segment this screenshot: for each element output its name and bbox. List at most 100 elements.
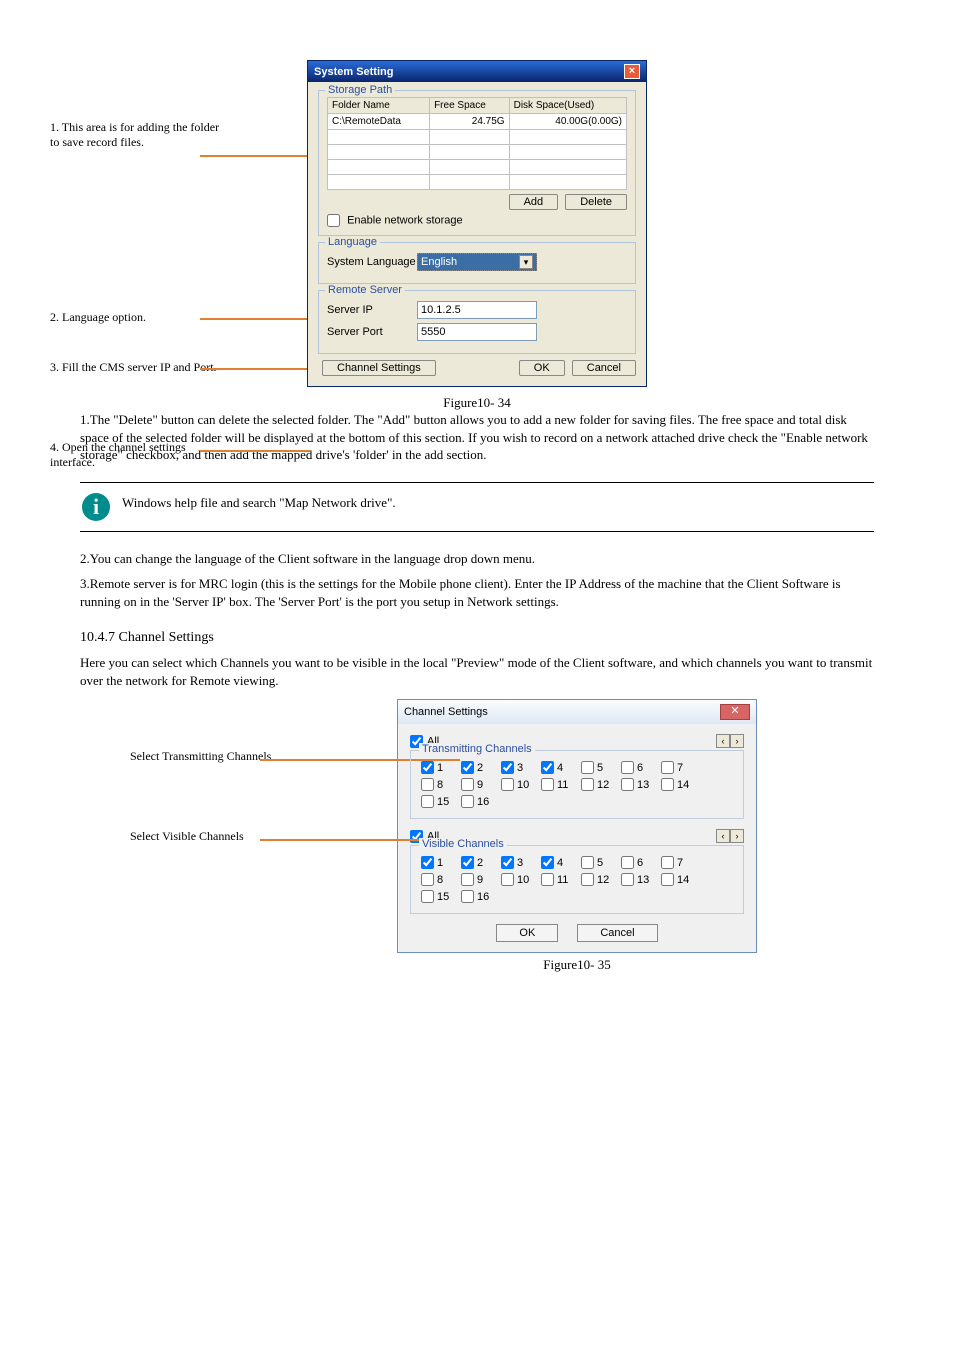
- channel-1-checkbox[interactable]: [421, 761, 434, 774]
- channel-checkbox-1[interactable]: 1: [421, 856, 461, 869]
- channel-5-checkbox[interactable]: [581, 856, 594, 869]
- channel-16-checkbox[interactable]: [461, 795, 474, 808]
- channel-checkbox-8[interactable]: 8: [421, 778, 461, 791]
- channel-checkbox-10[interactable]: 10: [501, 778, 541, 791]
- transmitting-pager[interactable]: ‹›: [716, 734, 744, 748]
- channel-12-checkbox[interactable]: [581, 873, 594, 886]
- channel-6-checkbox[interactable]: [621, 856, 634, 869]
- channel-checkbox-14[interactable]: 14: [661, 873, 701, 886]
- channel-cancel-button[interactable]: Cancel: [577, 924, 657, 942]
- channel-checkbox-15[interactable]: 15: [421, 890, 461, 903]
- channel-6-checkbox[interactable]: [621, 761, 634, 774]
- table-row[interactable]: [328, 175, 627, 190]
- channel-7-checkbox[interactable]: [661, 761, 674, 774]
- channel-16-checkbox[interactable]: [461, 890, 474, 903]
- channel-checkbox-11[interactable]: 11: [541, 873, 581, 886]
- enable-network-storage-checkbox[interactable]: [327, 214, 340, 227]
- channel-checkbox-2[interactable]: 2: [461, 856, 501, 869]
- channel-3-checkbox[interactable]: [501, 856, 514, 869]
- channel-checkbox-5[interactable]: 5: [581, 761, 621, 774]
- channel-5-checkbox[interactable]: [581, 761, 594, 774]
- channel-checkbox-16[interactable]: 16: [461, 890, 501, 903]
- channel-checkbox-9[interactable]: 9: [461, 873, 501, 886]
- chevron-down-icon[interactable]: ▾: [519, 255, 533, 269]
- channel-checkbox-15[interactable]: 15: [421, 795, 461, 808]
- channel-ok-button[interactable]: OK: [496, 924, 558, 942]
- close-icon[interactable]: ×: [624, 64, 640, 79]
- channel-checkbox-13[interactable]: 13: [621, 778, 661, 791]
- chevron-right-icon[interactable]: ›: [730, 734, 744, 748]
- channel-checkbox-16[interactable]: 16: [461, 795, 501, 808]
- table-row[interactable]: [328, 130, 627, 145]
- channel-checkbox-8[interactable]: 8: [421, 873, 461, 886]
- channel-14-checkbox[interactable]: [661, 778, 674, 791]
- channel-checkbox-3[interactable]: 3: [501, 856, 541, 869]
- close-icon[interactable]: ✕: [720, 704, 750, 720]
- channel-2-checkbox[interactable]: [461, 761, 474, 774]
- figure-1-caption: Figure10- 34: [80, 395, 874, 411]
- channel-checkbox-3[interactable]: 3: [501, 761, 541, 774]
- channel-9-checkbox[interactable]: [461, 778, 474, 791]
- channel-11-checkbox[interactable]: [541, 873, 554, 886]
- channel-4-checkbox[interactable]: [541, 856, 554, 869]
- channel-10-checkbox[interactable]: [501, 778, 514, 791]
- cancel-button[interactable]: Cancel: [572, 360, 636, 376]
- channel-settings-titlebar[interactable]: Channel Settings ✕: [398, 700, 756, 724]
- channel-checkbox-5[interactable]: 5: [581, 856, 621, 869]
- table-row[interactable]: [328, 145, 627, 160]
- channel-7-checkbox[interactable]: [661, 856, 674, 869]
- channel-checkbox-12[interactable]: 12: [581, 778, 621, 791]
- channel-14-checkbox[interactable]: [661, 873, 674, 886]
- delete-button[interactable]: Delete: [565, 194, 627, 210]
- chevron-left-icon[interactable]: ‹: [716, 829, 730, 843]
- channel-checkbox-9[interactable]: 9: [461, 778, 501, 791]
- server-ip-input[interactable]: [417, 301, 537, 319]
- channel-8-checkbox[interactable]: [421, 873, 434, 886]
- channel-checkbox-7[interactable]: 7: [661, 856, 701, 869]
- chevron-left-icon[interactable]: ‹: [716, 734, 730, 748]
- table-row[interactable]: C:\RemoteData 24.75G 40.00G(0.00G): [328, 114, 627, 130]
- channel-13-checkbox[interactable]: [621, 778, 634, 791]
- channel-checkbox-4[interactable]: 4: [541, 856, 581, 869]
- ok-button[interactable]: OK: [519, 360, 565, 376]
- channel-2-checkbox[interactable]: [461, 856, 474, 869]
- channel-checkbox-4[interactable]: 4: [541, 761, 581, 774]
- col-free[interactable]: Free Space: [430, 98, 510, 114]
- system-setting-titlebar[interactable]: System Setting ×: [308, 61, 646, 82]
- channel-checkbox-6[interactable]: 6: [621, 856, 661, 869]
- channel-settings-button[interactable]: Channel Settings: [322, 360, 436, 376]
- visible-pager[interactable]: ‹›: [716, 829, 744, 843]
- channel-1-checkbox[interactable]: [421, 856, 434, 869]
- channel-checkbox-1[interactable]: 1: [421, 761, 461, 774]
- channel-15-checkbox[interactable]: [421, 795, 434, 808]
- channel-4-checkbox[interactable]: [541, 761, 554, 774]
- chevron-right-icon[interactable]: ›: [730, 829, 744, 843]
- channel-16-label: 16: [477, 891, 489, 903]
- channel-12-checkbox[interactable]: [581, 778, 594, 791]
- channel-3-checkbox[interactable]: [501, 761, 514, 774]
- system-language-select[interactable]: English ▾: [417, 253, 537, 271]
- channel-10-checkbox[interactable]: [501, 873, 514, 886]
- channel-checkbox-7[interactable]: 7: [661, 761, 701, 774]
- channel-checkbox-2[interactable]: 2: [461, 761, 501, 774]
- table-row[interactable]: [328, 160, 627, 175]
- channel-11-label: 11: [557, 874, 568, 886]
- enable-network-storage-label: Enable network storage: [347, 214, 463, 226]
- col-folder[interactable]: Folder Name: [328, 98, 430, 114]
- col-disk[interactable]: Disk Space(Used): [509, 98, 626, 114]
- channel-8-checkbox[interactable]: [421, 778, 434, 791]
- storage-path-group: Storage Path Folder Name Free Space Disk…: [318, 90, 636, 236]
- channel-checkbox-11[interactable]: 11: [541, 778, 581, 791]
- channel-13-checkbox[interactable]: [621, 873, 634, 886]
- channel-checkbox-6[interactable]: 6: [621, 761, 661, 774]
- channel-checkbox-13[interactable]: 13: [621, 873, 661, 886]
- channel-15-checkbox[interactable]: [421, 890, 434, 903]
- add-button[interactable]: Add: [509, 194, 559, 210]
- channel-checkbox-12[interactable]: 12: [581, 873, 621, 886]
- channel-11-checkbox[interactable]: [541, 778, 554, 791]
- system-language-value: English: [421, 256, 457, 268]
- server-port-input[interactable]: [417, 323, 537, 341]
- channel-9-checkbox[interactable]: [461, 873, 474, 886]
- channel-checkbox-14[interactable]: 14: [661, 778, 701, 791]
- channel-checkbox-10[interactable]: 10: [501, 873, 541, 886]
